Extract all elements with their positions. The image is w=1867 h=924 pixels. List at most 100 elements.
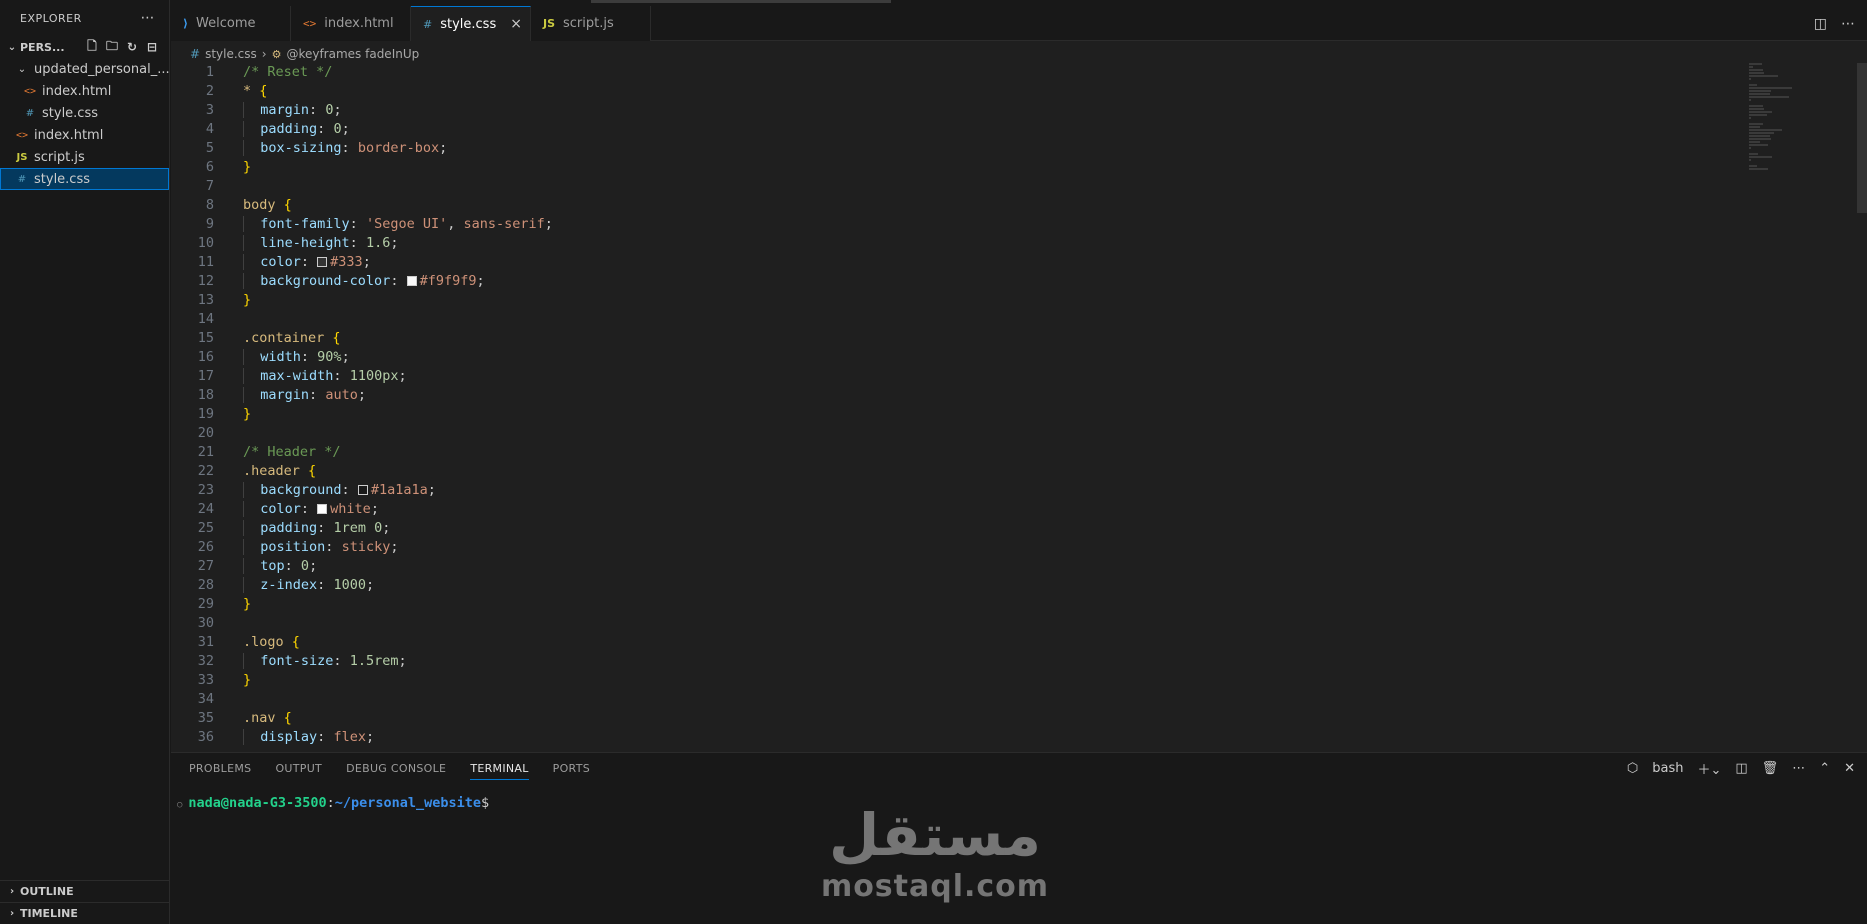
tree-item-js[interactable]: JS script.js (0, 146, 169, 168)
watermark-latin: mostaql.com (820, 869, 1050, 904)
color-swatch[interactable] (357, 485, 368, 495)
minimap-line (1749, 84, 1757, 86)
line-number: 18 (197, 387, 214, 403)
code-line: 20 (171, 424, 1671, 443)
code-token (243, 558, 261, 574)
line-number: 23 (197, 482, 214, 498)
minimap[interactable] (1749, 63, 1839, 333)
panel-tab-terminal[interactable]: TERMINAL (470, 762, 529, 780)
code-token: ; (341, 121, 350, 137)
line-number: 33 (197, 672, 214, 688)
code-token: 1.5rem (349, 653, 399, 669)
code-token: : (300, 349, 318, 365)
tab-index-html[interactable]: <> index.html (291, 6, 411, 41)
panel-tab-output[interactable]: OUTPUT (275, 762, 322, 775)
tree-item-css[interactable]: # style.css (0, 102, 169, 124)
css-file-icon: # (190, 47, 201, 61)
outline-section[interactable]: › OUTLINE (0, 880, 169, 902)
code-token: /* Header */ (243, 444, 341, 460)
color-swatch[interactable] (317, 504, 328, 514)
close-panel-icon[interactable]: ✕ (1844, 761, 1855, 776)
line-number: 7 (205, 178, 214, 194)
breadcrumb-file[interactable]: style.css (205, 47, 257, 61)
panel-tab-ports[interactable]: PORTS (553, 762, 590, 775)
code-token (243, 387, 261, 403)
code-line: 15 .container { (171, 329, 1671, 348)
code-token: : (390, 273, 407, 289)
new-folder-icon[interactable]: 🗀 (105, 39, 119, 54)
minimap-line (1749, 135, 1770, 137)
code-line: 8 body { (171, 196, 1671, 215)
panel-tab-problems[interactable]: PROBLEMS (189, 762, 251, 775)
code-line: 7 (171, 177, 1671, 196)
outline-label: OUTLINE (20, 885, 74, 898)
trash-icon[interactable]: 🗑 (1762, 761, 1779, 776)
tab-style-css[interactable]: # style.css × (411, 6, 531, 41)
line-content: } (214, 671, 251, 690)
chevron-right-icon: › (261, 47, 267, 61)
new-file-icon[interactable]: 🗋 (85, 39, 99, 54)
more-actions-icon[interactable]: ⋯ (141, 10, 156, 26)
line-content: color: white; (214, 500, 379, 519)
minimap-line (1749, 105, 1764, 107)
tab-script-js[interactable]: JS script.js (531, 6, 651, 41)
refresh-icon[interactable]: ↻ (125, 40, 139, 54)
code-line: 2 * { (171, 82, 1671, 101)
file-tree: ⌄ updated_personal_... <> index.html # style.… (0, 58, 169, 190)
close-icon[interactable]: × (510, 16, 522, 32)
tree-item-folder[interactable]: ⌄ updated_personal_... (0, 58, 169, 80)
code-token: 0 (374, 520, 383, 536)
split-terminal-icon[interactable]: ◫ (1735, 761, 1747, 776)
tree-item-html[interactable]: <> index.html (0, 124, 169, 146)
code-token: .logo (243, 634, 292, 650)
line-number: 8 (205, 197, 214, 213)
line-number: 24 (197, 501, 214, 517)
code-token: ; (544, 216, 553, 232)
split-editor-icon[interactable]: ◫ (1814, 16, 1827, 32)
maximize-panel-icon[interactable]: ⌃ (1819, 761, 1830, 776)
line-number: 29 (197, 596, 214, 612)
line-content: .container { (214, 329, 341, 348)
code-token: : (300, 254, 318, 270)
code-line: 27 top: 0; (171, 557, 1671, 576)
line-number: 15 (197, 330, 214, 346)
line-number: 9 (205, 216, 214, 232)
tree-item-html[interactable]: <> index.html (0, 80, 169, 102)
css-file-icon: # (17, 173, 27, 185)
code-line: 29} (171, 595, 1671, 614)
code-token: display (260, 729, 318, 745)
line-content (214, 310, 243, 329)
more-actions-icon[interactable]: ⋯ (1792, 761, 1805, 776)
line-content: } (214, 595, 251, 614)
tree-item-label: style.css (42, 105, 98, 121)
color-swatch[interactable] (317, 257, 328, 267)
code-token: ; (390, 235, 399, 251)
code-token: } (243, 672, 252, 688)
line-number: 16 (197, 349, 214, 365)
code-token: : (317, 121, 334, 137)
color-swatch[interactable] (406, 276, 417, 286)
minimap-line (1749, 63, 1763, 65)
terminal-output[interactable]: ○ nada@nada-G3-3500:~/personal_website$ (177, 795, 489, 811)
shell-name[interactable]: bash (1652, 761, 1683, 776)
code-token: } (243, 406, 252, 422)
code-token: : (341, 482, 358, 498)
tree-item-label: updated_personal_... (34, 61, 169, 77)
code-editor[interactable]: 1/* Reset */2 * {3 margin: 0; 4 padding: 0… (171, 63, 1671, 751)
new-terminal-icon[interactable]: ＋⌄ (1697, 759, 1721, 778)
timeline-section[interactable]: › TIMELINE (0, 902, 169, 924)
line-content: font-family: 'Segoe UI', sans-serif; (214, 215, 553, 234)
code-token: border-box (357, 140, 440, 156)
minimap-line (1749, 93, 1770, 95)
more-actions-icon[interactable]: ⋯ (1841, 16, 1855, 32)
css-file-icon: # (25, 107, 35, 119)
minimap-line (1749, 66, 1754, 68)
editor-scrollbar[interactable] (1857, 63, 1867, 213)
tree-item-css[interactable]: # style.css (0, 168, 169, 190)
collapse-all-icon[interactable]: ⊟ (145, 40, 159, 54)
minimap-line (1749, 72, 1765, 74)
workspace-folder-header[interactable]: ⌄ PERS... 🗋 🗀 ↻ ⊟ (0, 36, 169, 58)
breadcrumb-symbol[interactable]: @keyframes fadeInUp (286, 47, 419, 61)
panel-tab-debug-console[interactable]: DEBUG CONSOLE (346, 762, 446, 775)
tab-welcome[interactable]: ⟩ Welcome (171, 6, 291, 41)
